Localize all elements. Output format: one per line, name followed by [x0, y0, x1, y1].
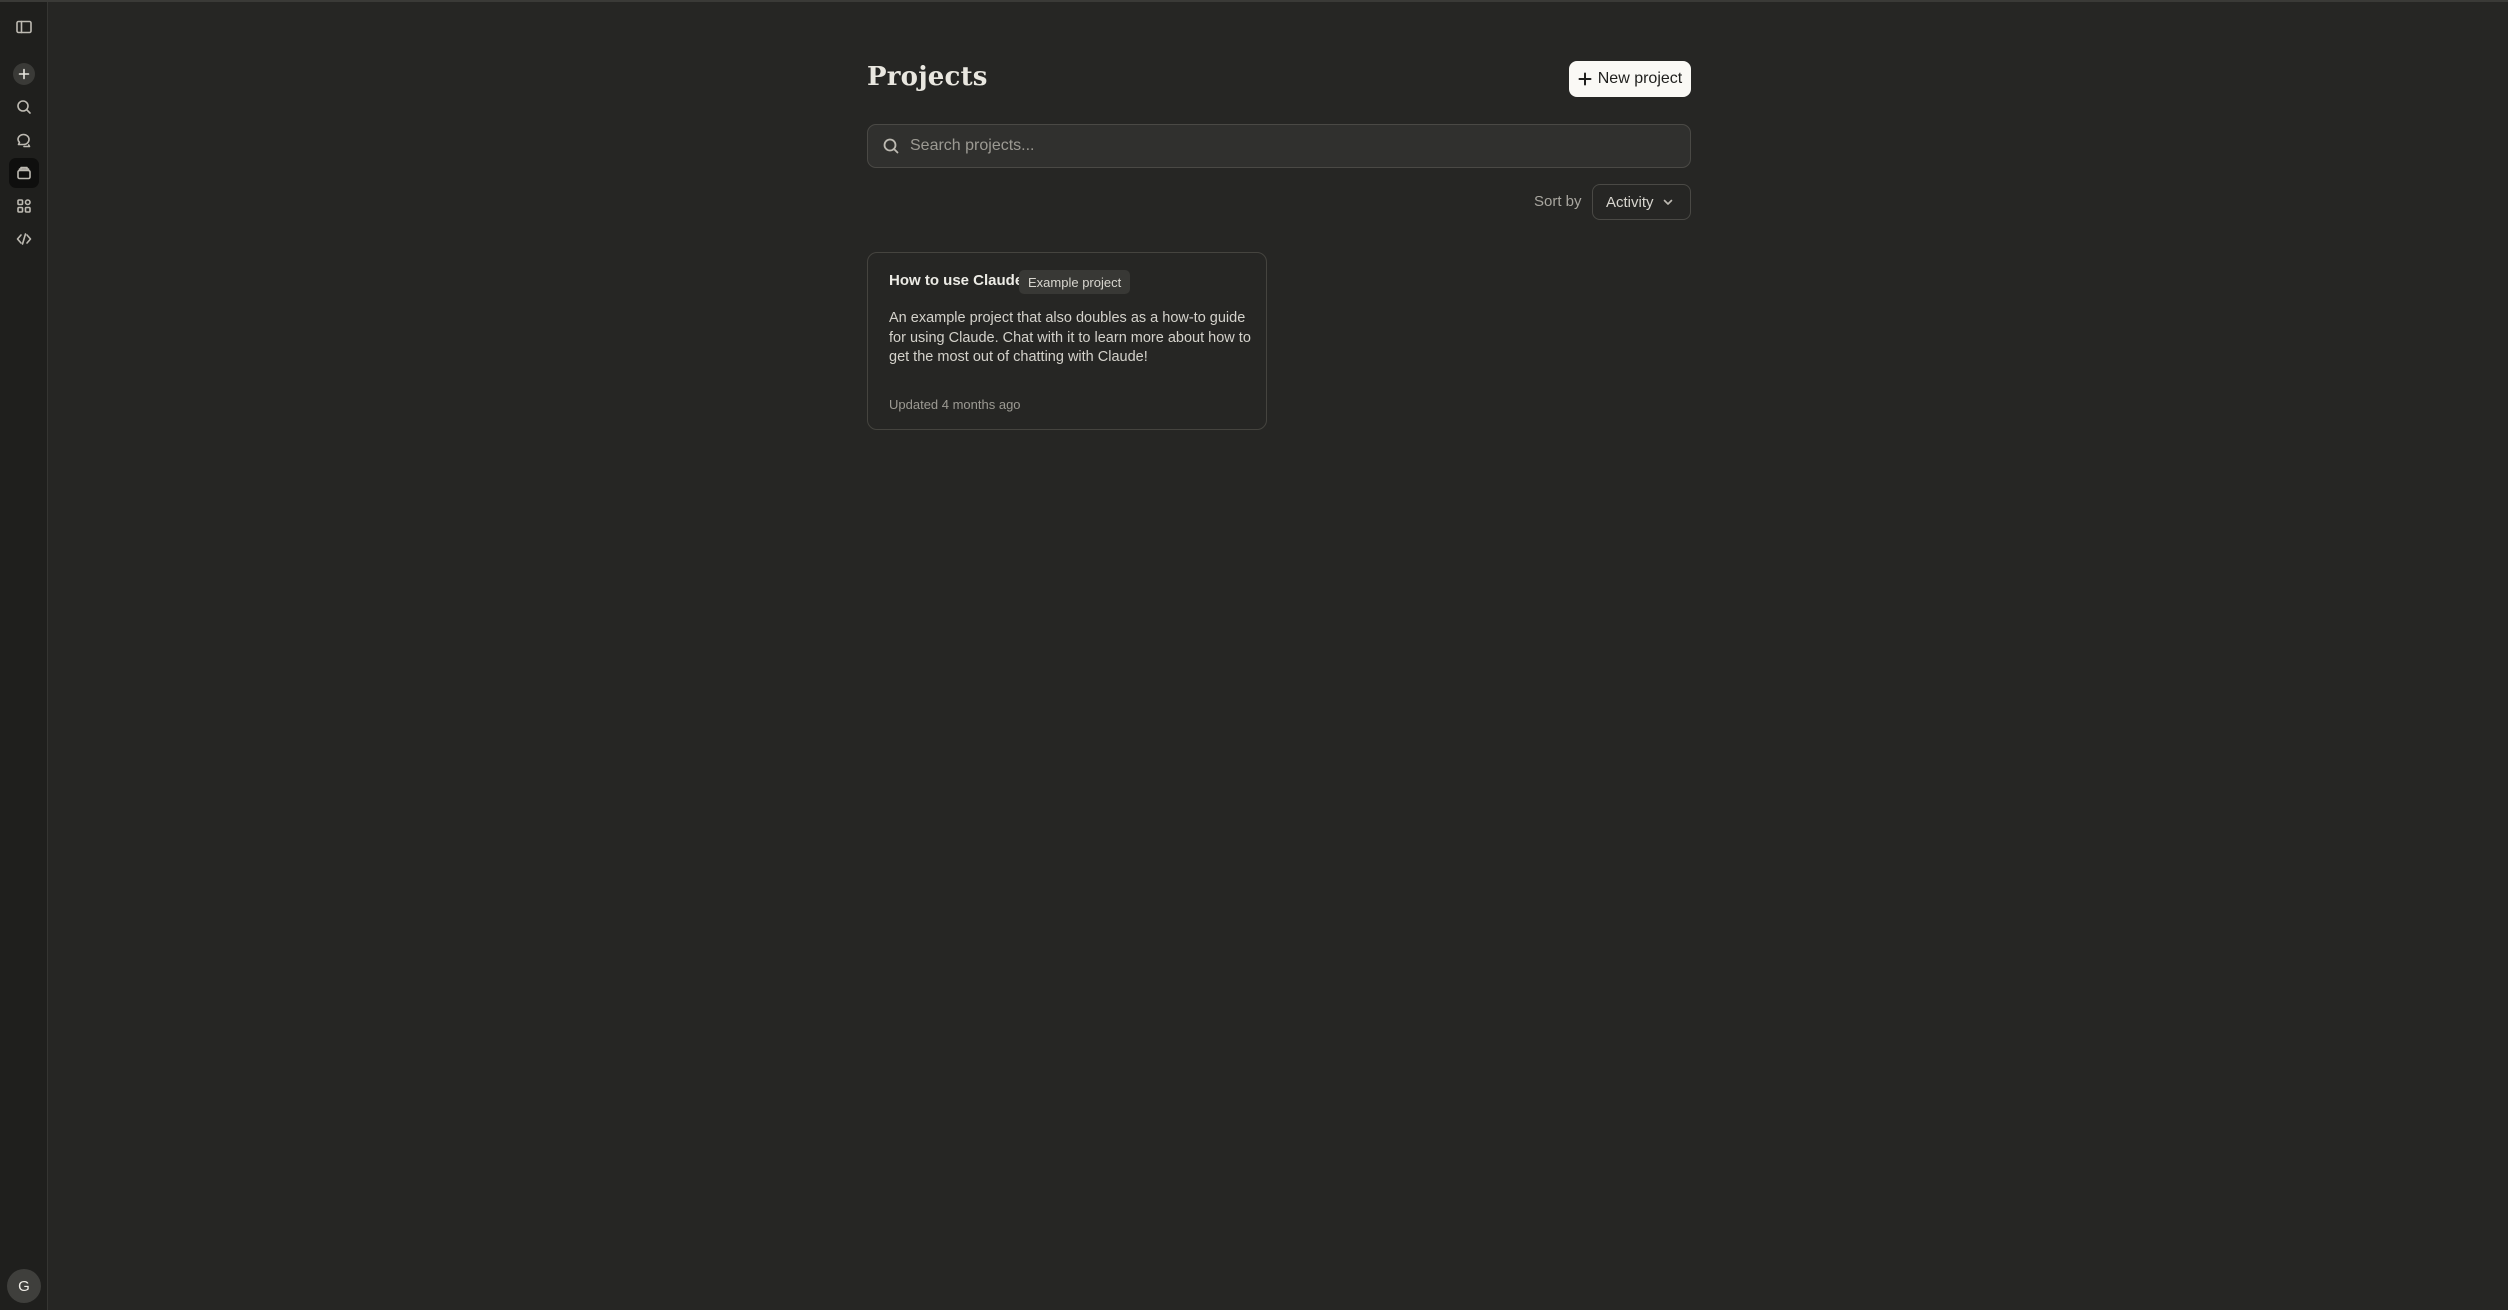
code-icon [16, 233, 32, 245]
plus-icon [18, 68, 30, 80]
sidebar-toggle-icon [16, 20, 32, 34]
artifacts-button[interactable] [9, 191, 39, 221]
plus-icon [1578, 72, 1592, 86]
sort-dropdown[interactable]: Activity [1592, 184, 1691, 220]
search-box [867, 124, 1691, 168]
sort-selected-value: Activity [1606, 193, 1654, 211]
project-updated: Updated 4 months ago [889, 397, 1021, 412]
search-icon [17, 100, 31, 114]
page-title: Projects [867, 62, 988, 92]
code-button[interactable] [9, 224, 39, 254]
new-chat-button[interactable] [13, 63, 35, 85]
project-description: An example project that also doubles as … [889, 310, 1251, 365]
sidebar-toggle-button[interactable] [9, 12, 39, 42]
project-title: How to use Claude [889, 272, 1024, 289]
new-project-label: New project [1597, 70, 1683, 87]
artifacts-icon [17, 199, 31, 213]
chats-icon [17, 133, 31, 148]
window-top-border [0, 0, 2508, 2]
project-card[interactable]: How to use Claude Example project An exa… [867, 252, 1267, 430]
projects-button[interactable] [9, 158, 39, 188]
sort-label: Sort by [1534, 193, 1582, 210]
project-badge: Example project [1019, 270, 1131, 294]
search-button[interactable] [9, 92, 39, 122]
sidebar-rail: G [0, 2, 48, 1310]
chevron-down-icon [1663, 199, 1672, 205]
avatar[interactable]: G [7, 1269, 41, 1303]
new-project-button[interactable]: New project [1569, 61, 1691, 97]
search-input[interactable] [910, 137, 1690, 155]
search-icon [883, 138, 899, 154]
chats-button[interactable] [9, 125, 39, 155]
projects-icon [17, 166, 31, 180]
